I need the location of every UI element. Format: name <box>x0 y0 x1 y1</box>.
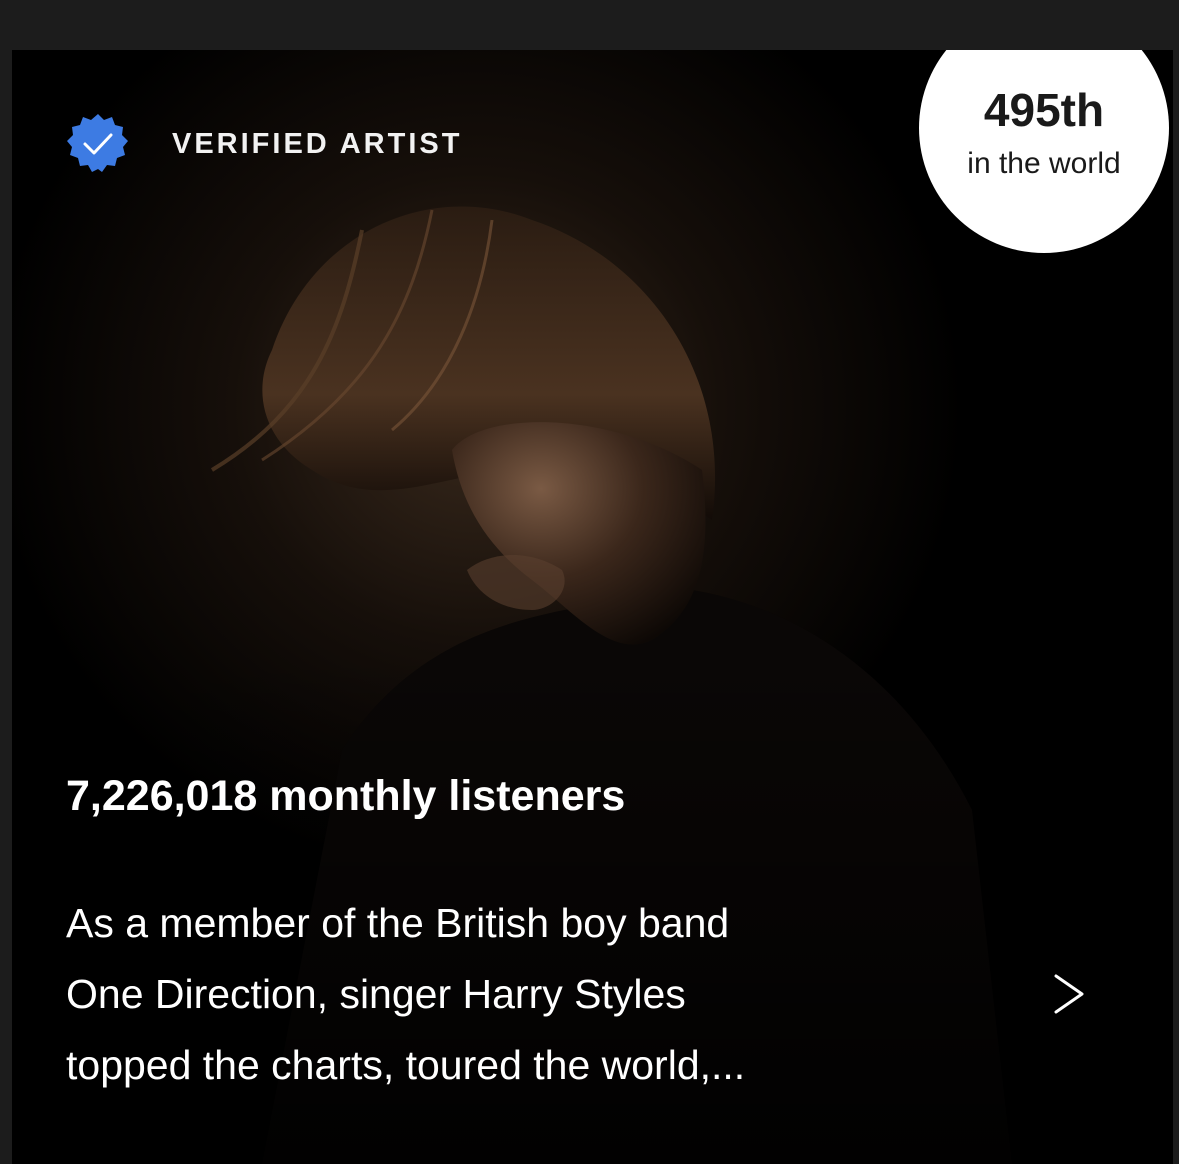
verified-artist-label: VERIFIED ARTIST <box>172 127 463 160</box>
world-rank-scope: in the world <box>967 147 1121 180</box>
artist-bio[interactable]: As a member of the British boy band One … <box>66 888 1026 1101</box>
chevron-right-icon[interactable] <box>1050 972 1090 1016</box>
bio-line: topped the charts, toured the world,... <box>66 1042 746 1088</box>
monthly-listeners-count: 7,226,018 monthly listeners <box>66 772 626 820</box>
screenshot-frame: VERIFIED ARTIST 495th in the world 7,226… <box>0 0 1179 1164</box>
artist-about-card[interactable]: VERIFIED ARTIST 495th in the world 7,226… <box>12 50 1173 1164</box>
bio-line: One Direction, singer Harry Styles <box>66 971 686 1017</box>
verified-check-badge-icon <box>67 114 128 172</box>
verified-artist-row: VERIFIED ARTIST <box>66 112 462 176</box>
bio-line: As a member of the British boy band <box>66 900 730 946</box>
world-rank-position: 495th <box>983 84 1105 136</box>
